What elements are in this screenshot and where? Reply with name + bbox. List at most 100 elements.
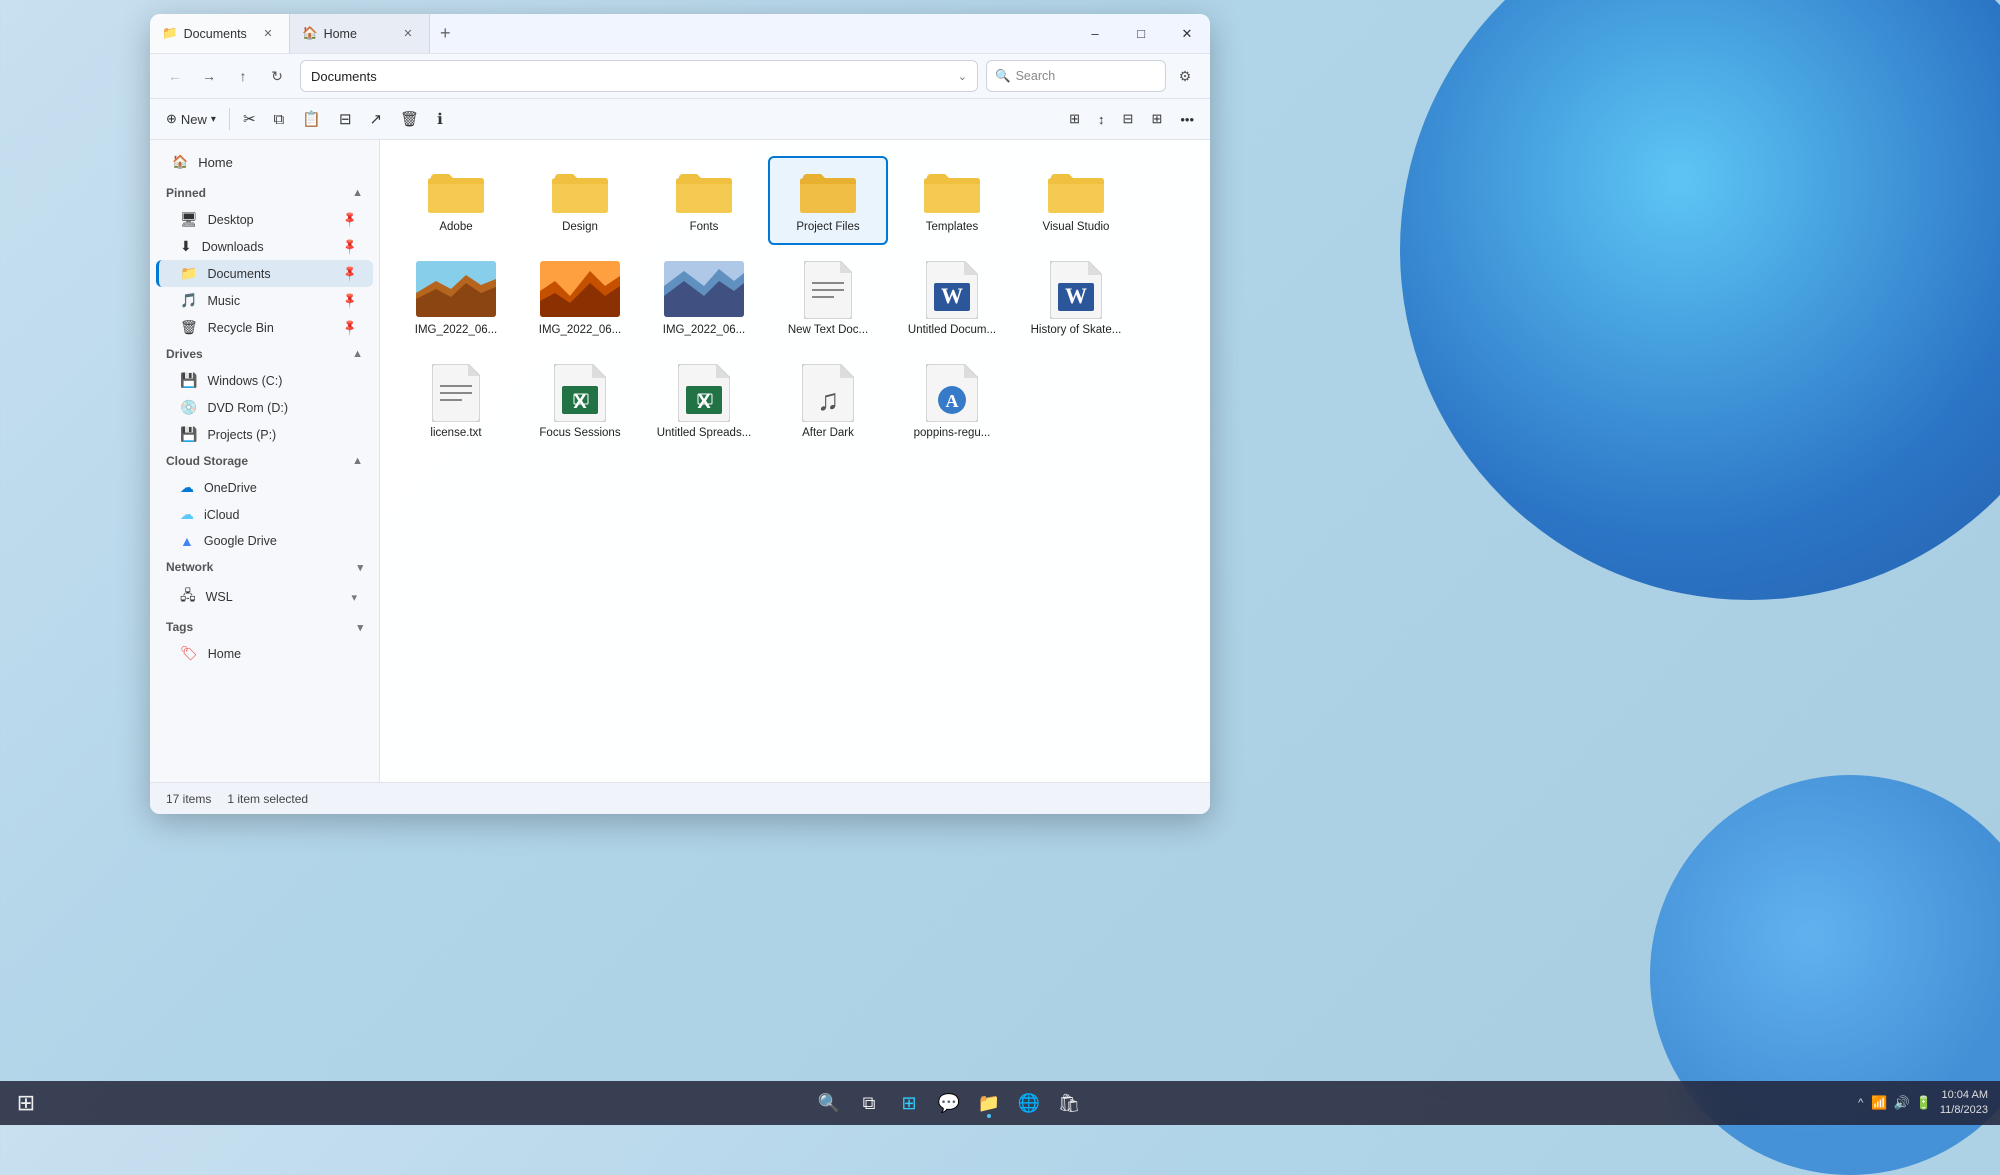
gdrive-label: Google Drive (204, 534, 277, 548)
sidebar-item-gdrive[interactable]: ▲ Google Drive (156, 528, 373, 554)
system-tray-expand[interactable]: ^ (1858, 1097, 1863, 1109)
documents-label: Documents (207, 267, 270, 281)
file-poppins[interactable]: A poppins-regu... (892, 352, 1012, 451)
pin-icon-dl: 📌 (341, 237, 360, 256)
view2-icon: ⊞ (1151, 111, 1162, 127)
maximize-button[interactable]: □ (1118, 14, 1164, 54)
file-spreadsheet[interactable]: X Untitled Spreads... (644, 352, 764, 451)
address-chevron-icon: ⌄ (958, 70, 967, 83)
task-view-button[interactable]: ⧉ (851, 1085, 887, 1121)
tags-label: Tags (166, 620, 193, 634)
pinned-section-header[interactable]: Pinned ▲ (150, 180, 379, 206)
close-button[interactable]: ✕ (1164, 14, 1210, 54)
sidebar-item-projects-p[interactable]: 💾 Projects (P:) (156, 421, 373, 448)
search-placeholder: Search (1016, 69, 1056, 83)
svg-text:♫: ♫ (817, 384, 840, 417)
drives-section-header[interactable]: Drives ▲ (150, 341, 379, 367)
tab-documents-close[interactable]: ✕ (259, 25, 277, 43)
file-word-history[interactable]: W History of Skate... (1016, 249, 1136, 348)
sidebar-item-windows-c[interactable]: 💾 Windows (C:) (156, 367, 373, 394)
folder-adobe-name: Adobe (439, 220, 472, 235)
view2-button[interactable]: ⊞ (1143, 103, 1170, 135)
refresh-button[interactable]: ↻ (262, 61, 292, 91)
new-tab-button[interactable]: + (430, 14, 461, 53)
folder-fonts[interactable]: Fonts (644, 156, 764, 245)
address-box[interactable]: Documents ⌄ (300, 60, 978, 92)
sidebar-item-music[interactable]: 🎵 Music 📌 (156, 287, 373, 314)
img2-name: IMG_2022_06... (539, 323, 621, 338)
tags-section-header[interactable]: Tags ▾ (150, 614, 379, 640)
order-button[interactable]: ↕ (1090, 103, 1113, 135)
sort-button[interactable]: ⊞ (1061, 103, 1088, 135)
file-img1[interactable]: IMG_2022_06... (396, 249, 516, 348)
compress-button[interactable]: ⊟ (331, 103, 360, 135)
cut-button[interactable]: ✂ (235, 103, 264, 135)
folder-design-name: Design (562, 220, 598, 235)
copy-icon: ⧉ (274, 111, 285, 128)
sidebar-item-home-tag[interactable]: 🏷 Home (156, 640, 373, 667)
tab-home[interactable]: 🏠 Home ✕ (290, 14, 430, 53)
back-button[interactable]: ← (160, 61, 190, 91)
sidebar-item-desktop[interactable]: 🖥 Desktop 📌 (156, 206, 373, 233)
folder-visual-studio[interactable]: Visual Studio (1016, 156, 1136, 245)
file-img2[interactable]: IMG_2022_06... (520, 249, 640, 348)
minimize-button[interactable]: – (1072, 14, 1118, 54)
svg-text:W: W (1065, 283, 1087, 308)
widgets-button[interactable]: ⊞ (891, 1085, 927, 1121)
svg-text:W: W (941, 283, 963, 308)
paste-button[interactable]: 📋 (294, 103, 329, 135)
word-history-icon: W (1050, 261, 1102, 319)
folder-templates[interactable]: Templates (892, 156, 1012, 245)
address-text: Documents (311, 69, 377, 84)
img1-thumbnail (416, 261, 496, 317)
file-explorer-taskbar[interactable]: 📁 (971, 1085, 1007, 1121)
start-button[interactable]: ⊞ (8, 1085, 44, 1121)
tab-home-close[interactable]: ✕ (399, 25, 417, 43)
newtxt-name: New Text Doc... (788, 323, 868, 338)
sidebar-item-wsl[interactable]: 🖧 WSL ▾ (156, 580, 373, 614)
sidebar-item-dvd-d[interactable]: 💿 DVD Rom (D:) (156, 394, 373, 421)
forward-button[interactable]: → (194, 61, 224, 91)
search-taskbar-button[interactable]: 🔍 (811, 1085, 847, 1121)
taskbar-clock[interactable]: 10:04 AM 11/8/2023 (1940, 1088, 1988, 1119)
sidebar-item-recycle[interactable]: 🗑 Recycle Bin 📌 (156, 314, 373, 341)
new-label: New (181, 112, 207, 127)
more-options-button[interactable]: ••• (1172, 103, 1202, 135)
sidebar-item-icloud[interactable]: ☁ iCloud (156, 501, 373, 528)
folder-design[interactable]: Design (520, 156, 640, 245)
onedrive-icon: ☁ (180, 479, 194, 496)
view1-button[interactable]: ⊟ (1115, 103, 1142, 135)
copy-button[interactable]: ⧉ (266, 103, 293, 135)
new-button[interactable]: ⊕ New ▾ (158, 103, 224, 135)
cloud-section-header[interactable]: Cloud Storage ▲ (150, 448, 379, 474)
folder-adobe[interactable]: Adobe (396, 156, 516, 245)
sidebar-item-home[interactable]: 🏠 Home (156, 148, 373, 176)
sidebar-item-onedrive[interactable]: ☁ OneDrive (156, 474, 373, 501)
delete-button[interactable]: 🗑 (392, 103, 427, 135)
info-icon: ℹ (437, 110, 443, 128)
file-after-dark[interactable]: ♫ After Dark (768, 352, 888, 451)
store-taskbar[interactable]: 🛍 (1051, 1085, 1087, 1121)
volume-icon: 🔊 (1894, 1095, 1910, 1111)
chat-button[interactable]: 💬 (931, 1085, 967, 1121)
folder-visual-studio-name: Visual Studio (1043, 220, 1110, 235)
new-plus-icon: ⊕ (166, 111, 177, 127)
up-button[interactable]: ↑ (228, 61, 258, 91)
sidebar-item-downloads[interactable]: ⬇ Downloads 📌 (156, 233, 373, 260)
sidebar-item-documents[interactable]: 📁 Documents 📌 (156, 260, 373, 287)
file-img3[interactable]: IMG_2022_06... (644, 249, 764, 348)
dvd-icon: 💿 (180, 399, 197, 416)
edge-taskbar[interactable]: 🌐 (1011, 1085, 1047, 1121)
file-newtxt[interactable]: New Text Doc... (768, 249, 888, 348)
info-button[interactable]: ℹ (429, 103, 451, 135)
settings-button[interactable]: ⚙ (1170, 61, 1200, 91)
file-license[interactable]: license.txt (396, 352, 516, 451)
network-section-header[interactable]: Network ▾ (150, 554, 379, 580)
decorative-circle-1 (1400, 0, 2000, 600)
folder-project-files[interactable]: Project Files (768, 156, 888, 245)
search-box[interactable]: 🔍 Search (986, 60, 1166, 92)
file-word-untitled[interactable]: W Untitled Docum... (892, 249, 1012, 348)
share-button[interactable]: ↗ (362, 103, 391, 135)
file-focus-sessions[interactable]: X Focus Sessions (520, 352, 640, 451)
tab-documents[interactable]: 📁 Documents ✕ (150, 14, 290, 53)
